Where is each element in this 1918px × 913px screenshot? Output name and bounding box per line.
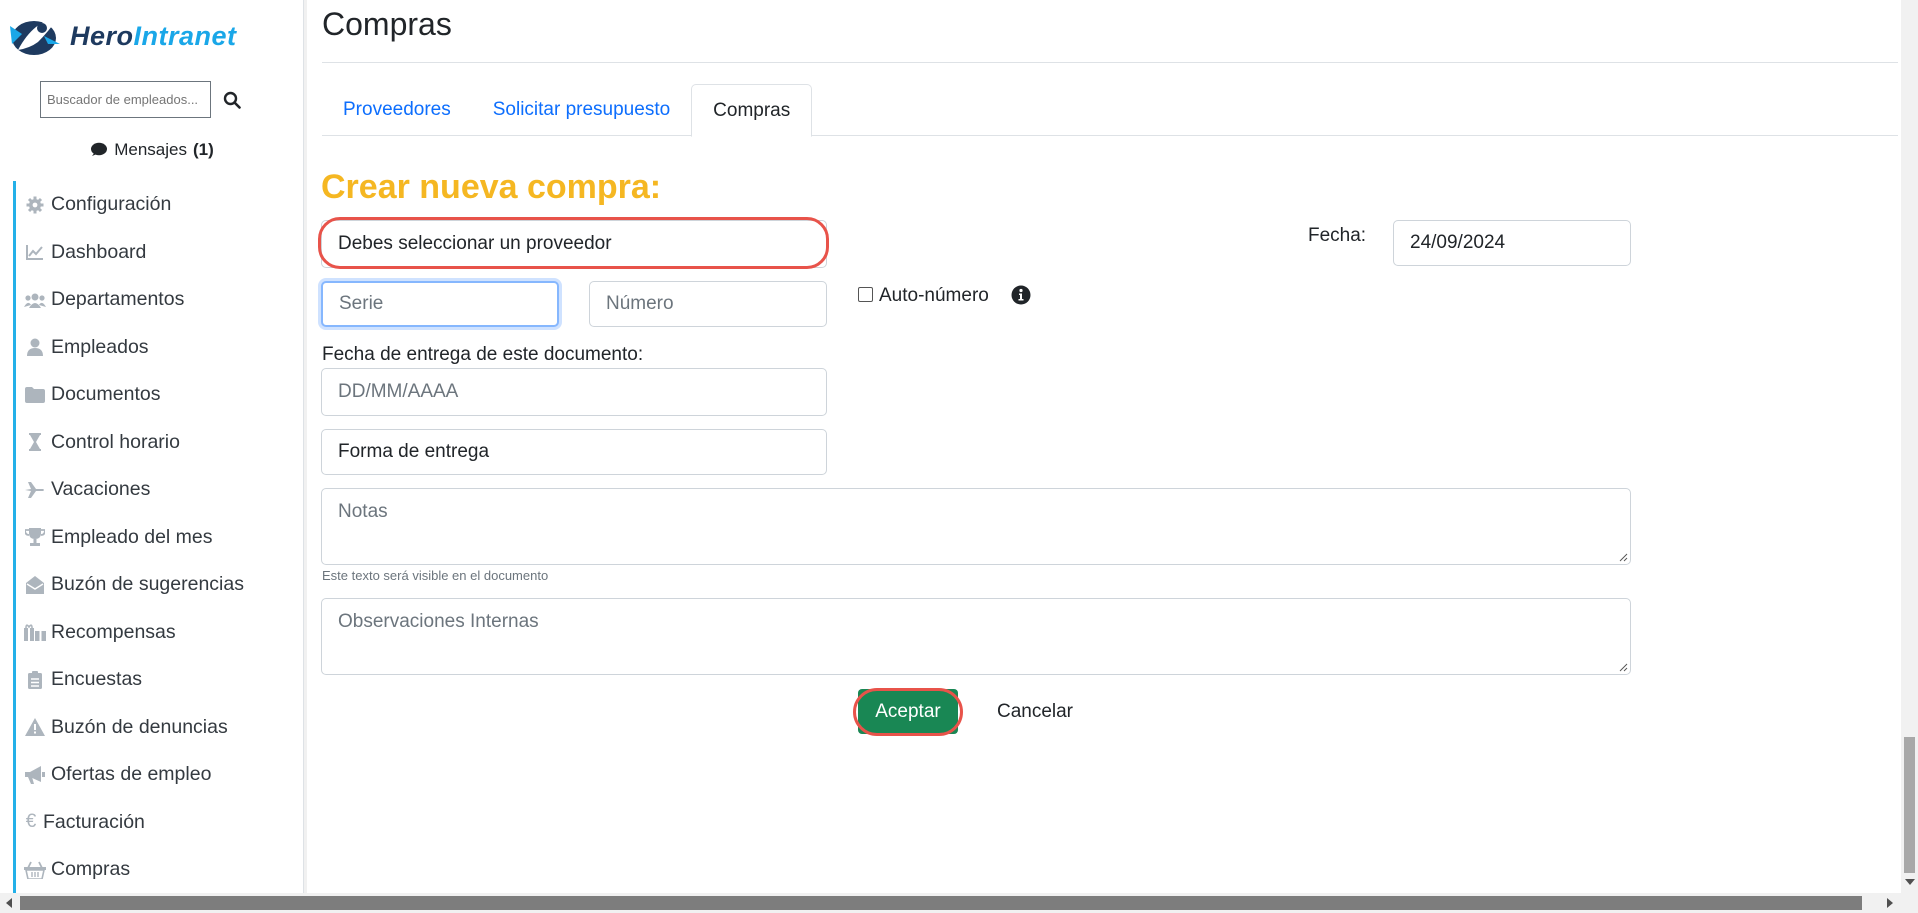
folder-icon bbox=[24, 385, 46, 405]
sidebar-item-label: Dashboard bbox=[51, 240, 147, 263]
sidebar-item-label: Empleado del mes bbox=[51, 525, 213, 548]
warning-icon bbox=[24, 717, 46, 737]
employee-search bbox=[40, 81, 249, 118]
trophy-icon bbox=[24, 527, 46, 547]
basket-icon bbox=[24, 860, 46, 880]
tab-proveedores[interactable]: Proveedores bbox=[322, 84, 472, 136]
sidebar-item-label: Vacaciones bbox=[51, 478, 151, 501]
gifts-icon bbox=[24, 622, 46, 642]
sidebar-item-documentos[interactable]: Documentos bbox=[13, 371, 304, 419]
autonumero-checkbox[interactable] bbox=[858, 287, 873, 302]
sidebar-item-label: Buzón de denuncias bbox=[51, 715, 228, 738]
sidebar-item-label: Facturación bbox=[43, 810, 145, 833]
sidebar-item-vacaciones[interactable]: Vacaciones bbox=[13, 466, 304, 514]
hero-logo-icon bbox=[10, 18, 60, 55]
sidebar: HeroIntranet Mensajes (1) Configuración bbox=[0, 0, 307, 894]
brand-name-part1: Hero bbox=[70, 20, 134, 51]
sidebar-item-configuracion[interactable]: Configuración bbox=[13, 181, 304, 229]
form-heading: Crear nueva compra: bbox=[321, 168, 662, 206]
employee-search-input[interactable] bbox=[40, 81, 211, 118]
sidebar-item-buzon-denuncias[interactable]: Buzón de denuncias bbox=[13, 703, 304, 751]
brand-logo[interactable]: HeroIntranet bbox=[8, 12, 237, 60]
sidebar-item-dashboard[interactable]: Dashboard bbox=[13, 228, 304, 276]
scroll-left-arrow-icon[interactable] bbox=[6, 898, 12, 908]
chart-line-icon bbox=[24, 242, 46, 262]
sidebar-item-departamentos[interactable]: Departamentos bbox=[13, 276, 304, 324]
clipboard-list-icon bbox=[24, 670, 46, 690]
sidebar-item-label: Configuración bbox=[51, 193, 172, 216]
numero-input[interactable]: Número bbox=[589, 281, 827, 327]
provider-highlight bbox=[318, 217, 829, 269]
date-field[interactable]: 24/09/2024 bbox=[1393, 220, 1631, 266]
internal-notes-textarea[interactable]: Observaciones Internas bbox=[321, 598, 1631, 675]
sidebar-item-label: Empleados bbox=[51, 335, 149, 358]
sidebar-menu: Configuración Dashboard Departamentos Em… bbox=[13, 181, 304, 894]
tab-bar: Proveedores Solicitar presupuesto Compra… bbox=[322, 84, 1898, 137]
messages-count: (1) bbox=[192, 140, 214, 159]
delivery-date-input[interactable]: DD/MM/AAAA bbox=[321, 368, 827, 416]
search-button[interactable] bbox=[215, 81, 249, 118]
autonumero-label[interactable]: Auto-número bbox=[879, 285, 989, 307]
plane-icon bbox=[24, 480, 46, 500]
search-icon bbox=[223, 91, 241, 109]
sidebar-item-label: Control horario bbox=[51, 430, 180, 453]
resize-handle-icon[interactable] bbox=[1618, 662, 1628, 672]
serie-input[interactable]: Serie bbox=[321, 281, 559, 327]
notes-textarea[interactable]: Notas bbox=[321, 488, 1631, 565]
comment-icon bbox=[91, 142, 108, 156]
gear-icon bbox=[24, 195, 46, 215]
scroll-right-arrow-icon[interactable] bbox=[1887, 898, 1893, 908]
sidebar-item-encuestas[interactable]: Encuestas bbox=[13, 656, 304, 704]
tab-compras[interactable]: Compras bbox=[691, 84, 813, 137]
messages-label: Mensajes bbox=[114, 140, 187, 159]
hourglass-icon bbox=[24, 432, 46, 452]
delivery-method-select[interactable]: Forma de entrega bbox=[321, 429, 827, 475]
sidebar-item-label: Recompensas bbox=[51, 620, 176, 643]
resize-handle-icon[interactable] bbox=[1618, 552, 1628, 562]
notes-hint: Este texto será visible en el documento bbox=[322, 568, 549, 583]
tab-solicitar-presupuesto[interactable]: Solicitar presupuesto bbox=[472, 84, 691, 136]
sidebar-item-empleados[interactable]: Empleados bbox=[13, 323, 304, 371]
brand-name-part2: Intranet bbox=[133, 20, 237, 51]
date-label: Fecha: bbox=[1308, 225, 1367, 246]
messages-link[interactable]: Mensajes (1) bbox=[0, 140, 304, 160]
envelope-open-icon bbox=[24, 575, 46, 595]
sidebar-item-recompensas[interactable]: Recompensas bbox=[13, 608, 304, 656]
sidebar-item-facturacion[interactable]: € Facturación bbox=[13, 798, 304, 846]
sidebar-item-label: Ofertas de empleo bbox=[51, 763, 212, 786]
sidebar-item-ofertas-empleo[interactable]: Ofertas de empleo bbox=[13, 751, 304, 799]
delivery-date-label: Fecha de entrega de este documento: bbox=[322, 344, 644, 365]
scroll-down-arrow-icon[interactable] bbox=[1905, 879, 1915, 885]
sidebar-item-label: Departamentos bbox=[51, 288, 185, 311]
euro-icon: € bbox=[25, 811, 37, 833]
sidebar-item-label: Buzón de sugerencias bbox=[51, 573, 244, 596]
brand-name: HeroIntranet bbox=[70, 21, 237, 52]
sidebar-item-label: Documentos bbox=[51, 383, 161, 406]
page-title: Compras bbox=[322, 6, 452, 42]
cancel-button[interactable]: Cancelar bbox=[980, 689, 1090, 734]
title-divider bbox=[322, 62, 1898, 63]
sidebar-item-label: Encuestas bbox=[51, 668, 143, 691]
users-icon bbox=[24, 290, 46, 310]
user-icon bbox=[24, 337, 46, 357]
sidebar-item-label: Compras bbox=[51, 858, 131, 881]
sidebar-item-control-horario[interactable]: Control horario bbox=[13, 418, 304, 466]
sidebar-item-buzon-sugerencias[interactable]: Buzón de sugerencias bbox=[13, 561, 304, 609]
megaphone-icon bbox=[24, 765, 46, 785]
horizontal-scrollbar-thumb[interactable] bbox=[20, 896, 1862, 910]
accept-highlight bbox=[853, 688, 963, 736]
vertical-scrollbar-thumb[interactable] bbox=[1904, 737, 1915, 873]
info-icon[interactable] bbox=[1011, 285, 1031, 305]
sidebar-item-compras[interactable]: Compras bbox=[13, 846, 304, 894]
sidebar-item-empleado-del-mes[interactable]: Empleado del mes bbox=[13, 513, 304, 561]
